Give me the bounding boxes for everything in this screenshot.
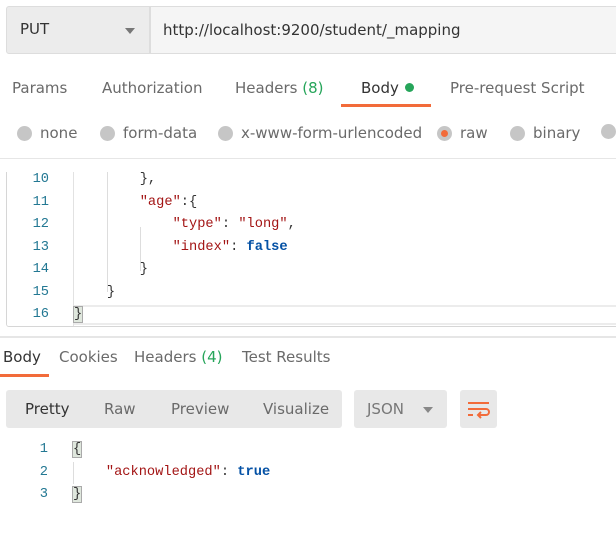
radio-label: raw (460, 124, 488, 142)
method-select[interactable]: PUT (6, 6, 150, 54)
line-number: 3 (39, 487, 48, 502)
view-raw-button[interactable]: Raw (104, 400, 136, 418)
line-number: 15 (32, 284, 49, 300)
line-number: 13 (32, 239, 49, 255)
response-body-viewer[interactable]: 1 2 3 { "acknowledged": true} (0, 440, 616, 520)
line-number: 1 (39, 442, 48, 457)
radio-label: x-www-form-urlencoded (241, 124, 423, 142)
code-token: "long" (238, 217, 288, 232)
line-number: 14 (32, 262, 49, 277)
code-line: "acknowledged": true (73, 465, 270, 480)
method-value: PUT (20, 20, 50, 38)
view-preview-button[interactable]: Preview (171, 400, 229, 418)
code-line: } (72, 306, 84, 323)
code-token: : (221, 217, 239, 232)
chevron-down-icon (423, 407, 433, 413)
line-number: 12 (32, 217, 49, 232)
request-body-editor[interactable]: 10 11 12 13 14 15 16 }, "age":{ "type": "long"… (6, 172, 616, 327)
code-token: } (74, 262, 148, 277)
radio-icon (17, 125, 32, 141)
code-token: "acknowledged" (105, 464, 221, 480)
code-token: "age" (139, 194, 181, 210)
chevron-down-icon (125, 28, 135, 34)
code-token: "type" (172, 217, 222, 232)
code-token: : (230, 239, 247, 255)
wrap-lines-icon (468, 402, 490, 419)
code-token: } (71, 486, 83, 503)
code-token: :{ (180, 194, 198, 210)
radio-label: none (40, 124, 78, 142)
response-tab-test-results[interactable]: Test Results (242, 348, 330, 366)
radio-selected-icon (437, 125, 452, 141)
line-number: 11 (32, 194, 49, 210)
line-number: 16 (32, 307, 49, 322)
headers-count: (8) (302, 79, 324, 97)
headers-count: (4) (201, 348, 223, 366)
code-line: { (71, 441, 83, 458)
tab-authorization[interactable]: Authorization (102, 79, 202, 97)
code-token: false (246, 239, 288, 255)
radio-icon (218, 125, 233, 141)
radio-icon (100, 125, 115, 141)
code-token: } (72, 306, 84, 323)
radio-urlencoded[interactable]: x-www-form-urlencoded (218, 124, 422, 142)
radio-more[interactable] (601, 124, 616, 139)
tab-label: Headers (134, 348, 197, 366)
code-token: }, (74, 172, 157, 187)
code-line: } (71, 486, 83, 503)
code-line: "age":{ (74, 194, 198, 210)
radio-icon (601, 124, 616, 139)
radio-form-data[interactable]: form-data (100, 124, 197, 142)
tab-params[interactable]: Params (12, 79, 67, 97)
active-tab-underline (0, 374, 49, 377)
response-tab-body[interactable]: Body (3, 348, 41, 366)
radio-raw[interactable]: raw (437, 124, 488, 142)
code-token: , (287, 217, 296, 232)
radio-none[interactable]: none (17, 124, 77, 142)
code-line: }, (74, 172, 156, 187)
tab-label: Body (361, 79, 399, 97)
view-pretty-button[interactable]: Pretty (25, 400, 70, 418)
current-line-highlight (74, 305, 616, 325)
line-number: 10 (32, 172, 49, 187)
url-input[interactable]: http://localhost:9200/student/_mapping (150, 6, 616, 54)
tab-body[interactable]: Body (361, 79, 414, 97)
line-number: 2 (39, 464, 48, 480)
response-tab-headers[interactable]: Headers (4) (134, 348, 222, 366)
radio-label: binary (533, 124, 581, 142)
format-value: JSON (367, 400, 404, 418)
pane-divider (0, 336, 616, 338)
code-line: } (74, 285, 115, 300)
code-line: } (74, 262, 148, 277)
tab-label: Headers (235, 79, 298, 97)
tab-headers[interactable]: Headers (8) (235, 79, 323, 97)
code-token: { (71, 441, 83, 458)
radio-icon (510, 125, 525, 141)
view-visualize-button[interactable]: Visualize (263, 400, 329, 418)
response-tab-cookies[interactable]: Cookies (59, 348, 118, 366)
code-line: "index": false (74, 240, 288, 255)
wrap-lines-button[interactable] (460, 390, 497, 428)
format-select[interactable]: JSON (354, 390, 447, 428)
tab-pre-request-script[interactable]: Pre-request Script (450, 79, 585, 97)
divider (0, 158, 616, 159)
code-line: "type": "long", (74, 217, 296, 232)
modified-dot-icon (404, 83, 414, 92)
code-token: : (220, 464, 238, 480)
code-token: } (74, 284, 116, 300)
active-tab-underline (341, 104, 431, 107)
code-token: true (237, 464, 271, 480)
radio-label: form-data (123, 124, 198, 142)
code-token: "index" (172, 239, 231, 255)
radio-binary[interactable]: binary (510, 124, 580, 142)
